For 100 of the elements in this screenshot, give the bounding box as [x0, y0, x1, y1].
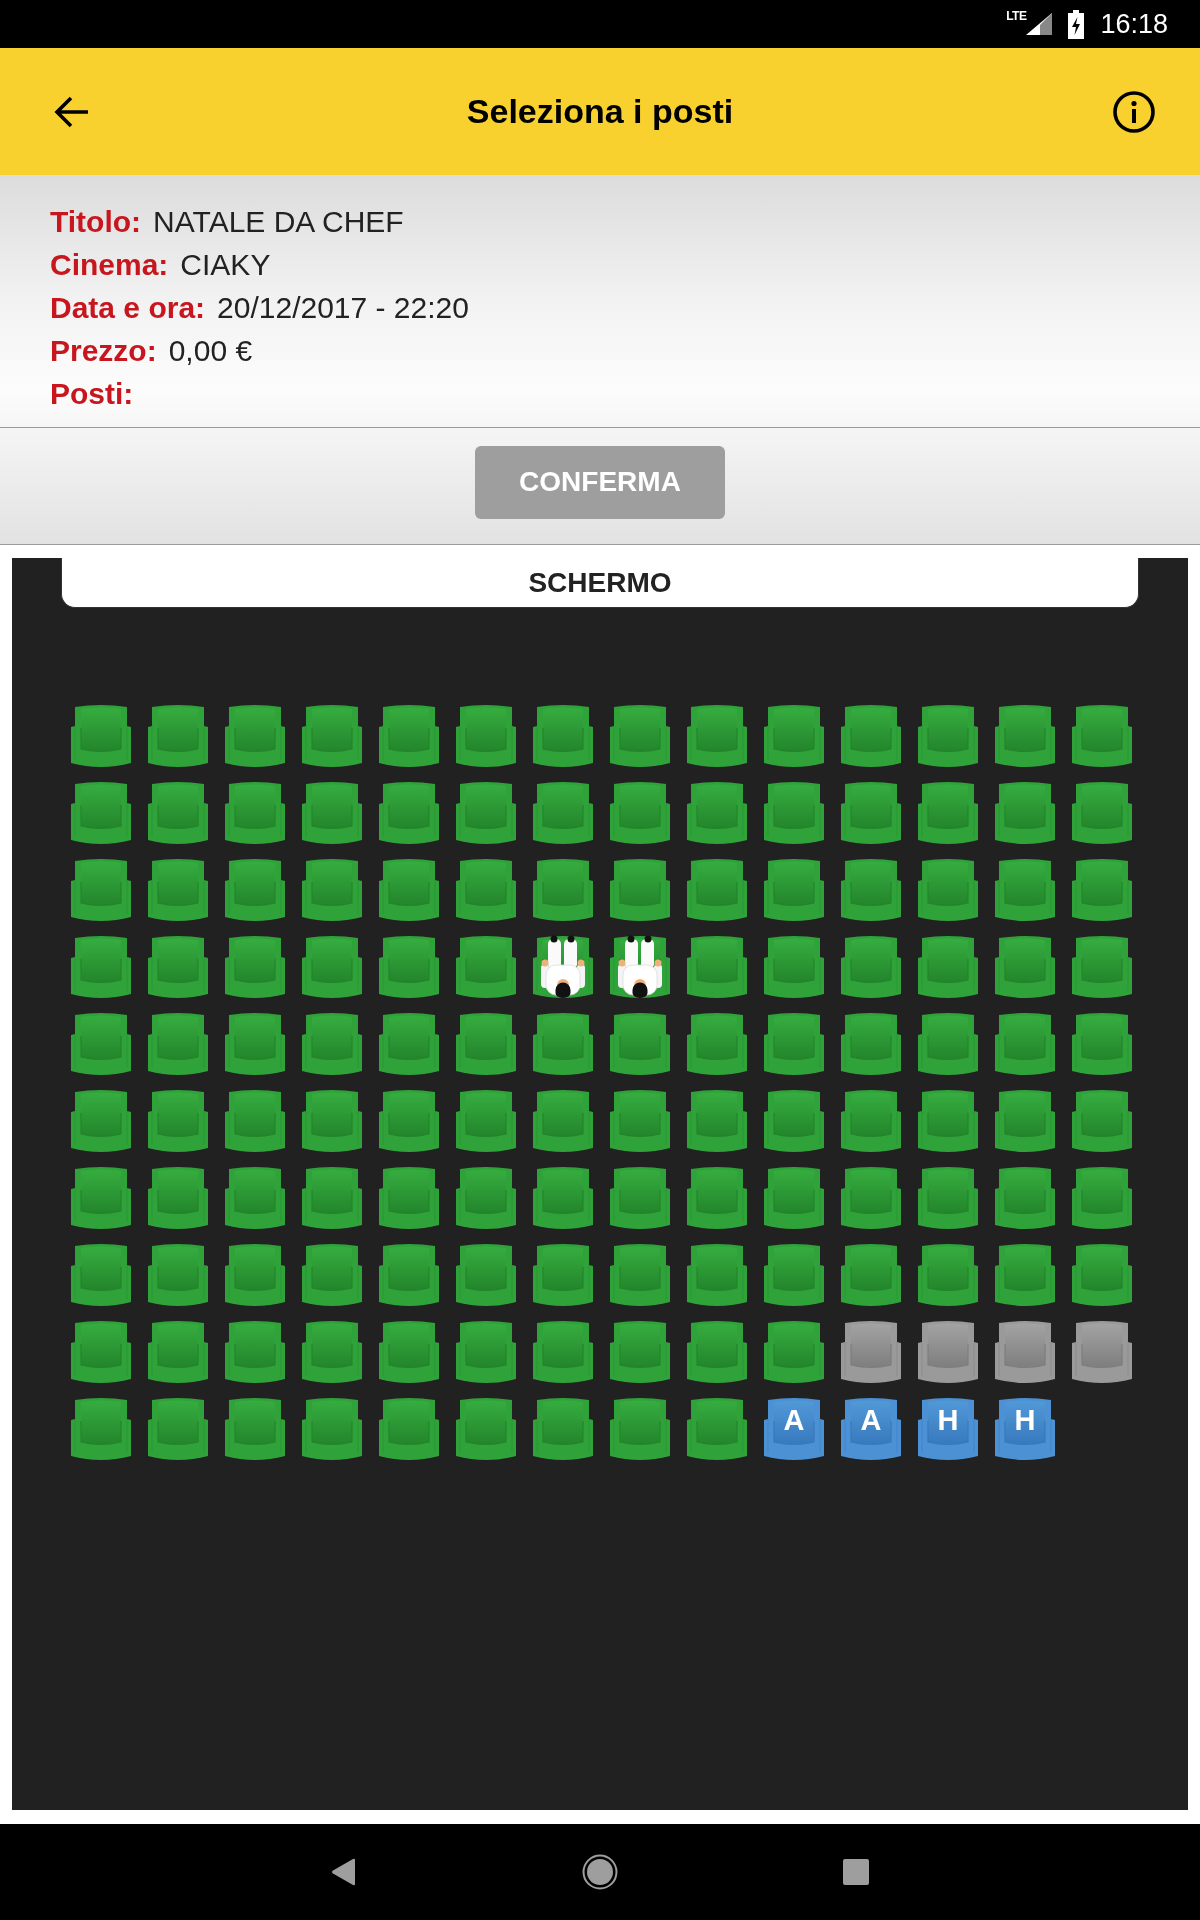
- seat-icon[interactable]: [71, 704, 131, 769]
- seat-icon[interactable]: [456, 1320, 516, 1385]
- seat-icon[interactable]: [148, 1320, 208, 1385]
- seat-icon[interactable]: [456, 1166, 516, 1231]
- seat-icon[interactable]: [764, 1089, 824, 1154]
- seat-icon[interactable]: [764, 935, 824, 1000]
- seat-icon[interactable]: [918, 1166, 978, 1231]
- seat-icon[interactable]: [148, 1397, 208, 1462]
- seat-icon[interactable]: [841, 704, 901, 769]
- seat-icon[interactable]: [687, 935, 747, 1000]
- seat-icon[interactable]: [456, 1243, 516, 1308]
- seat-icon[interactable]: [225, 1397, 285, 1462]
- seat-icon[interactable]: [764, 1243, 824, 1308]
- seat-icon[interactable]: [687, 1320, 747, 1385]
- seat-icon[interactable]: [148, 1012, 208, 1077]
- seat-icon[interactable]: [302, 1397, 362, 1462]
- seat-icon[interactable]: [841, 858, 901, 923]
- seat-icon[interactable]: [687, 1089, 747, 1154]
- seat-icon[interactable]: [687, 1397, 747, 1462]
- back-arrow-icon[interactable]: [54, 95, 90, 128]
- seat-icon[interactable]: [918, 704, 978, 769]
- seat-icon[interactable]: [379, 1243, 439, 1308]
- seat-icon[interactable]: [225, 704, 285, 769]
- seat-icon[interactable]: [148, 858, 208, 923]
- seat-icon[interactable]: [456, 1397, 516, 1462]
- seat-icon[interactable]: [225, 858, 285, 923]
- seat-icon[interactable]: [918, 1089, 978, 1154]
- seat-icon[interactable]: [764, 1320, 824, 1385]
- seat-icon[interactable]: [918, 781, 978, 846]
- seat-icon[interactable]: [533, 1397, 593, 1462]
- home-icon[interactable]: [582, 1854, 618, 1890]
- seat-icon[interactable]: [841, 1012, 901, 1077]
- seat-icon[interactable]: [302, 858, 362, 923]
- seat-icon[interactable]: [995, 704, 1055, 769]
- seat-icon[interactable]: [302, 704, 362, 769]
- seat-icon[interactable]: [995, 935, 1055, 1000]
- seat-icon[interactable]: [71, 1012, 131, 1077]
- seat-icon[interactable]: [379, 781, 439, 846]
- info-icon[interactable]: [1113, 90, 1155, 133]
- seat-icon[interactable]: [841, 1089, 901, 1154]
- seat-icon[interactable]: [995, 858, 1055, 923]
- seat-icon[interactable]: [533, 1166, 593, 1231]
- seat-icon[interactable]: [302, 935, 362, 1000]
- seat-icon[interactable]: [71, 1320, 131, 1385]
- seat-icon[interactable]: [841, 781, 901, 846]
- seat-icon[interactable]: [302, 1089, 362, 1154]
- seat-icon[interactable]: [456, 781, 516, 846]
- seat-icon[interactable]: [379, 1320, 439, 1385]
- seat-icon[interactable]: [148, 1243, 208, 1308]
- seat-icon[interactable]: [379, 1397, 439, 1462]
- lettered-seat[interactable]: H: [995, 1397, 1055, 1462]
- seat-icon[interactable]: [841, 935, 901, 1000]
- seat-icon[interactable]: [918, 935, 978, 1000]
- lettered-seat[interactable]: A: [764, 1397, 824, 1462]
- seat-icon[interactable]: [71, 935, 131, 1000]
- seat-icon[interactable]: [995, 1166, 1055, 1231]
- seat-icon[interactable]: [918, 858, 978, 923]
- seat-icon[interactable]: [610, 704, 670, 769]
- seat-icon[interactable]: [379, 704, 439, 769]
- lettered-seat[interactable]: A: [841, 1397, 901, 1462]
- seat-icon[interactable]: [225, 1166, 285, 1231]
- seat-icon[interactable]: [302, 781, 362, 846]
- seat-icon[interactable]: [1072, 704, 1132, 769]
- seat-icon[interactable]: [1072, 1166, 1132, 1231]
- seat-icon[interactable]: [456, 1012, 516, 1077]
- seat-icon[interactable]: [610, 1089, 670, 1154]
- seat-icon[interactable]: [148, 781, 208, 846]
- seat-icon[interactable]: [302, 1166, 362, 1231]
- seat-icon[interactable]: [841, 1243, 901, 1308]
- seat-icon[interactable]: [71, 1243, 131, 1308]
- seat-icon[interactable]: [610, 1243, 670, 1308]
- seat-icon[interactable]: [610, 1012, 670, 1077]
- seat-icon[interactable]: [687, 1243, 747, 1308]
- seat-icon[interactable]: [995, 1012, 1055, 1077]
- seat-icon[interactable]: [610, 1320, 670, 1385]
- seat-icon[interactable]: [148, 704, 208, 769]
- seat-icon[interactable]: [533, 1320, 593, 1385]
- seat-icon[interactable]: [379, 1166, 439, 1231]
- seat-icon[interactable]: [764, 781, 824, 846]
- seat-icon[interactable]: [71, 858, 131, 923]
- seat-icon[interactable]: [1072, 1012, 1132, 1077]
- seat-icon[interactable]: [1072, 1243, 1132, 1308]
- seat-icon[interactable]: [764, 1166, 824, 1231]
- seat-icon[interactable]: [302, 1243, 362, 1308]
- seat-icon[interactable]: [687, 858, 747, 923]
- seat-icon[interactable]: [687, 1012, 747, 1077]
- seat-icon[interactable]: [687, 781, 747, 846]
- seat-icon[interactable]: [533, 1012, 593, 1077]
- seat-icon[interactable]: [71, 1397, 131, 1462]
- seat-icon[interactable]: [1072, 1089, 1132, 1154]
- seat-icon[interactable]: [148, 1089, 208, 1154]
- seat-icon[interactable]: [456, 935, 516, 1000]
- seat-icon[interactable]: [71, 1166, 131, 1231]
- seat-icon[interactable]: [995, 1243, 1055, 1308]
- seat-icon[interactable]: [687, 1166, 747, 1231]
- seat-icon[interactable]: [379, 935, 439, 1000]
- seat-icon[interactable]: [148, 935, 208, 1000]
- back-icon[interactable]: [331, 1858, 357, 1886]
- seat-icon[interactable]: [764, 1012, 824, 1077]
- seat-icon[interactable]: [456, 858, 516, 923]
